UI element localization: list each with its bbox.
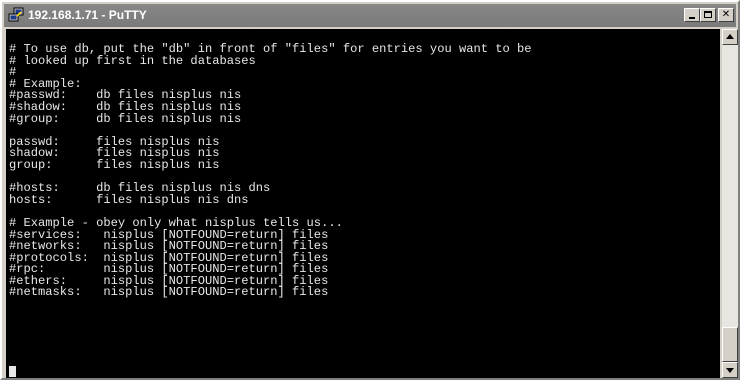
title-bar[interactable]: 192.168.1.71 - PuTTY ✕ xyxy=(4,4,736,27)
terminal-line: #group: db files nisplus nis xyxy=(9,111,242,126)
minimize-icon xyxy=(689,17,695,19)
putty-computer-icon[interactable] xyxy=(8,7,24,23)
window-title: 192.168.1.71 - PuTTY xyxy=(28,8,147,22)
terminal-area[interactable]: # To use db, put the "db" in front of "f… xyxy=(6,29,720,378)
terminal-line: # looked up first in the databases xyxy=(9,53,256,68)
terminal-line: group: files nisplus nis xyxy=(9,157,220,172)
close-icon: ✕ xyxy=(721,9,731,20)
terminal-output: # To use db, put the "db" in front of "f… xyxy=(9,43,532,300)
minimize-button[interactable] xyxy=(684,8,700,22)
scroll-up-arrow-icon xyxy=(726,34,734,39)
putty-window: 192.168.1.71 - PuTTY ✕ # To use db, put … xyxy=(0,0,740,380)
terminal-line: hosts: files nisplus nis dns xyxy=(9,192,249,207)
scrollbar-thumb[interactable] xyxy=(722,327,738,362)
vertical-scrollbar[interactable] xyxy=(722,29,738,378)
scroll-down-arrow-icon xyxy=(726,368,734,373)
close-button[interactable]: ✕ xyxy=(718,8,734,22)
terminal-cursor xyxy=(9,366,16,377)
scroll-down-button[interactable] xyxy=(722,362,738,378)
terminal-line: #netmasks: nisplus [NOTFOUND=return] fil… xyxy=(9,285,329,300)
maximize-button[interactable] xyxy=(700,8,716,22)
maximize-icon xyxy=(704,11,712,18)
terminal-line: # xyxy=(9,65,17,80)
scroll-up-button[interactable] xyxy=(722,29,738,45)
